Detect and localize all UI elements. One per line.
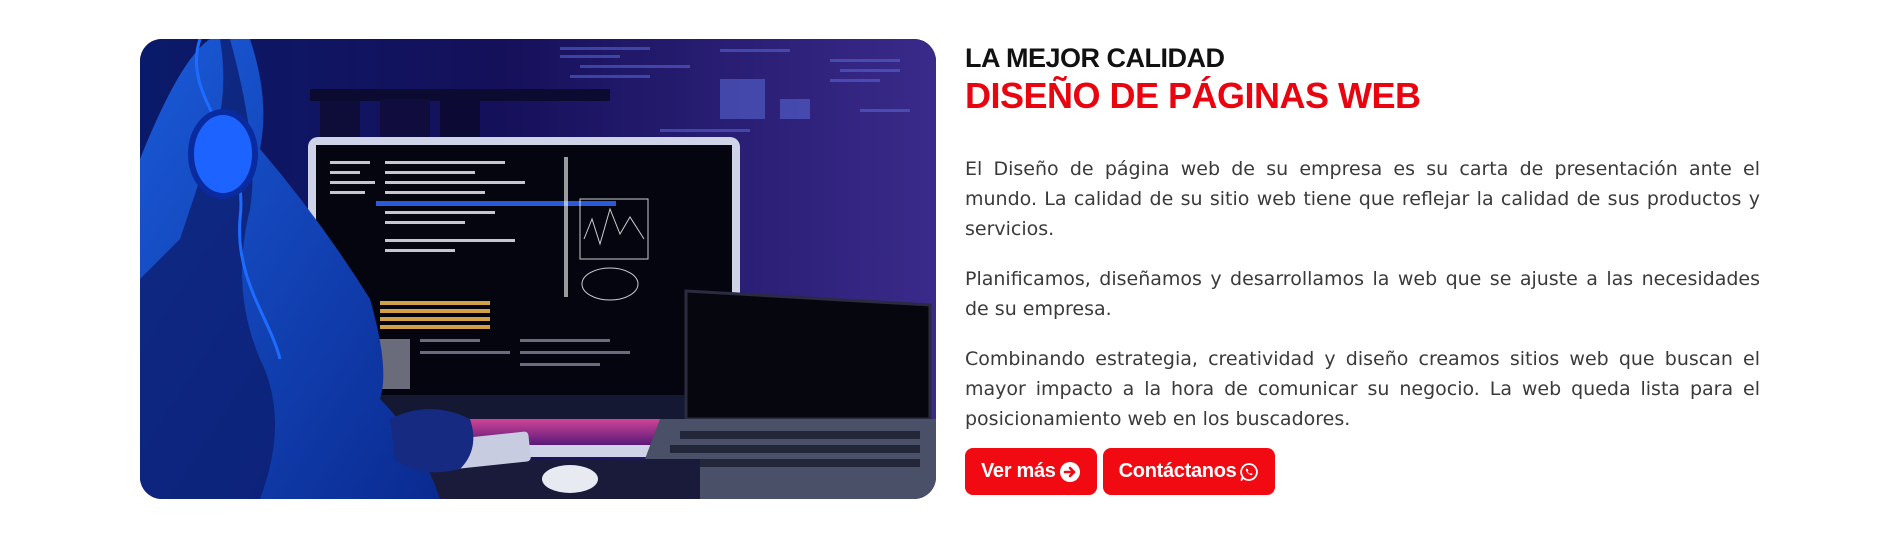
whatsapp-icon: [1239, 462, 1259, 482]
developer-at-computer-image: [140, 39, 936, 499]
section-content: LA MEJOR CALIDAD DISEÑO DE PÁGINAS WEB E…: [965, 42, 1760, 495]
contactanos-label: Contáctanos: [1118, 460, 1237, 482]
section-title: DISEÑO DE PÁGINAS WEB: [965, 75, 1421, 116]
ver-mas-label: Ver más: [981, 460, 1056, 482]
ver-mas-button[interactable]: Ver más: [965, 448, 1097, 495]
contactanos-button[interactable]: Contáctanos: [1102, 448, 1276, 495]
arrow-circle-right-icon: [1059, 461, 1081, 483]
strategy-paragraph: Combinando estrategia, creatividad y dis…: [965, 348, 1760, 430]
web-design-section: LA MEJOR CALIDAD DISEÑO DE PÁGINAS WEB E…: [0, 0, 1892, 555]
planning-paragraph: Planificamos, diseñamos y desarrollamos …: [965, 268, 1760, 320]
section-subtitle: LA MEJOR CALIDAD: [965, 43, 1225, 73]
intro-paragraph: El Diseño de página web de su empresa es…: [965, 158, 1760, 240]
cta-buttons: Ver más Contáctanos: [965, 448, 1760, 495]
